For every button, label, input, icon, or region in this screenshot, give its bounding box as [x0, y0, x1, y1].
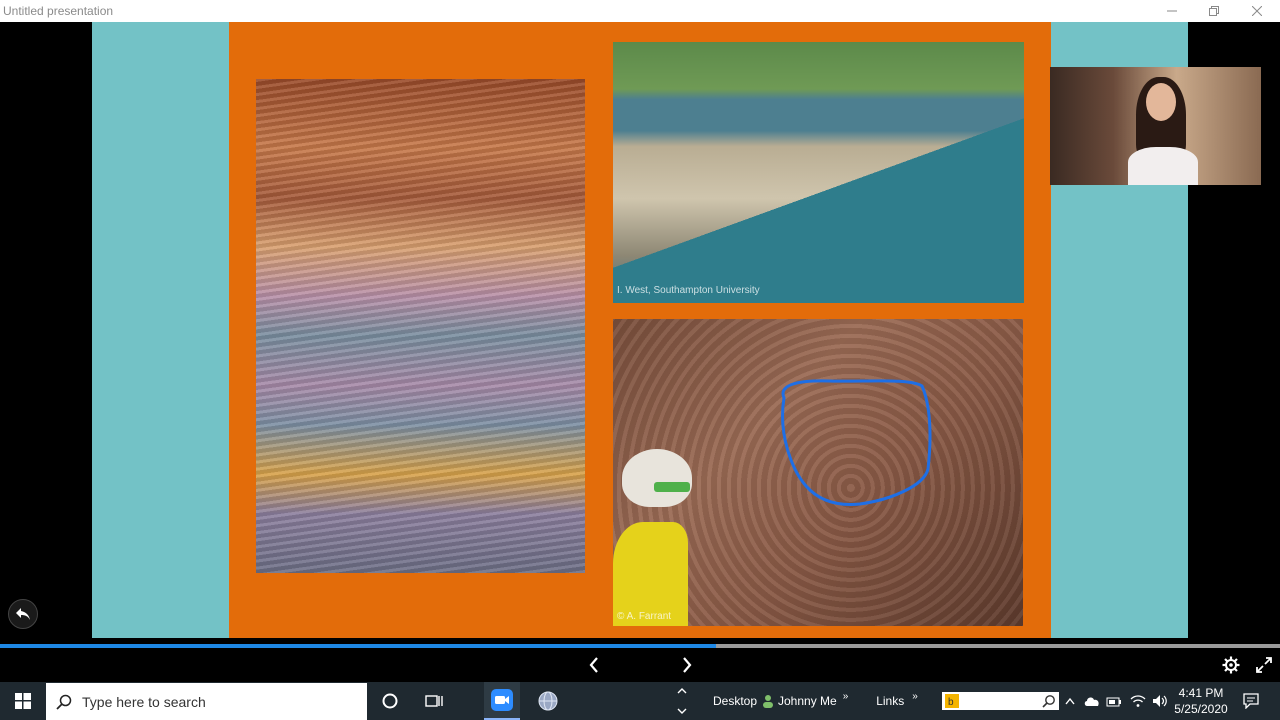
task-view-icon — [425, 695, 443, 707]
taskbar-clock[interactable]: 4:41 PM 5/25/2020 — [1170, 685, 1232, 717]
zoom-app-icon — [491, 689, 513, 711]
svg-text:b: b — [948, 697, 954, 708]
cortana-button[interactable] — [372, 682, 408, 720]
links-label: Links — [876, 694, 905, 708]
chevron-left-icon — [589, 657, 598, 673]
browser-app-button[interactable] — [530, 682, 566, 720]
fullscreen-button[interactable] — [1252, 653, 1276, 677]
cortana-circle-icon — [382, 693, 398, 709]
coastal-cliff-photo — [613, 42, 1024, 303]
volume-button[interactable] — [1150, 682, 1170, 720]
network-button[interactable] — [1128, 682, 1148, 720]
links-toolbar[interactable]: Links » — [874, 682, 920, 720]
wifi-icon — [1130, 695, 1146, 707]
presenter — [1128, 77, 1198, 185]
reply-arrow-icon — [16, 608, 30, 620]
bing-icon: b — [945, 694, 959, 708]
cave-photo-credit: © A. Farrant — [617, 611, 672, 622]
presenter-video — [1050, 67, 1261, 185]
user-icon — [763, 695, 773, 708]
windows-taskbar: Desktop Johnny Me » Links » b — [0, 682, 1280, 720]
window-title: Untitled presentation — [3, 4, 114, 18]
chevron-double-right-icon: » — [842, 690, 849, 702]
caver-helmet — [622, 449, 692, 507]
scroll-up-down-icon — [677, 688, 687, 714]
clock-time: 4:41 PM — [1178, 686, 1224, 700]
search-input[interactable] — [82, 693, 352, 710]
speaker-icon — [1153, 695, 1167, 707]
back-button[interactable] — [8, 599, 38, 629]
minimize-button[interactable] — [1151, 0, 1193, 22]
next-button[interactable] — [675, 653, 699, 677]
battery-plug-icon — [1106, 697, 1121, 707]
title-bar: Untitled presentation — [0, 0, 1280, 22]
search-icon — [1042, 695, 1055, 708]
slide-stage: I. West, Southampton University © A. Far… — [0, 22, 1280, 642]
chevron-double-right-icon: » — [912, 690, 918, 702]
search-icon — [56, 694, 72, 710]
johnny-toolbar[interactable]: Johnny Me » — [762, 682, 856, 720]
globe-app-icon — [538, 691, 558, 711]
show-hidden-icons-button[interactable] — [1062, 682, 1078, 720]
address-toolbar-input[interactable]: b — [942, 692, 1059, 710]
chevron-up-icon — [1065, 697, 1075, 705]
gear-icon — [1222, 656, 1240, 674]
close-button[interactable] — [1236, 0, 1278, 22]
pen-annotation — [781, 379, 932, 506]
expand-icon — [1256, 657, 1272, 673]
restore-button[interactable] — [1193, 0, 1235, 22]
cliff-photo-credit: I. West, Southampton University — [617, 285, 760, 296]
task-view-button[interactable] — [416, 682, 452, 720]
presenter-shirt — [1128, 147, 1198, 185]
caver-headlamp — [654, 482, 690, 492]
settings-button[interactable] — [1219, 653, 1243, 677]
previous-button[interactable] — [582, 653, 606, 677]
restore-icon — [1209, 6, 1219, 16]
playback-controls — [0, 648, 1280, 682]
chevron-right-icon — [683, 657, 692, 673]
cloud-icon — [1084, 697, 1099, 706]
clock-date: 5/25/2020 — [1174, 702, 1228, 716]
johnny-label: Johnny Me — [778, 694, 837, 708]
zoom-app-button[interactable] — [484, 682, 520, 720]
start-button[interactable] — [0, 682, 45, 720]
presenter-face — [1146, 83, 1176, 121]
windows-logo-icon — [14, 693, 31, 709]
folded-rock-photo — [256, 79, 585, 573]
taskbar-scroll-arrows[interactable] — [674, 682, 690, 720]
desktop-label: Desktop — [712, 694, 758, 708]
minimize-icon — [1167, 10, 1177, 12]
power-status-button[interactable] — [1104, 682, 1124, 720]
action-center-button[interactable] — [1236, 682, 1266, 720]
desktop-toolbar[interactable]: Desktop — [708, 682, 762, 720]
onedrive-button[interactable] — [1082, 682, 1102, 720]
notification-icon — [1243, 693, 1259, 709]
close-icon — [1252, 6, 1262, 16]
taskbar-search[interactable] — [46, 683, 367, 720]
